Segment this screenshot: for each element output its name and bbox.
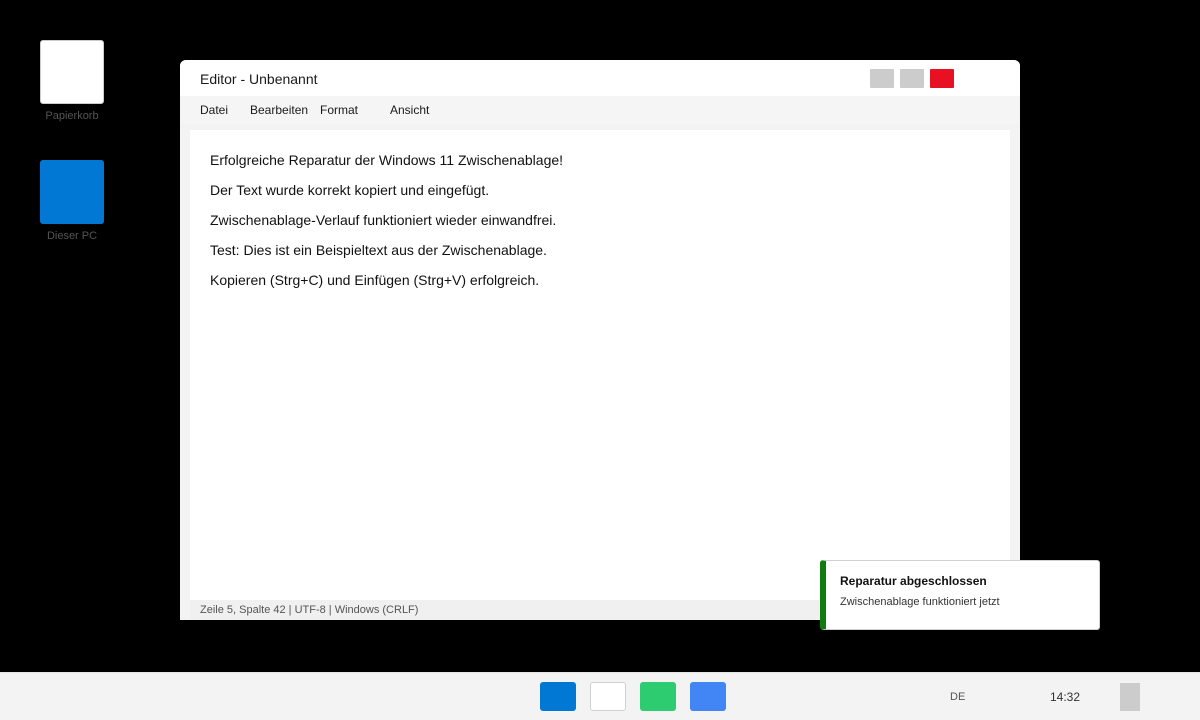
- notification-title: Reparatur abgeschlossen: [840, 574, 987, 588]
- taskbar-app-file-explorer[interactable]: [590, 682, 626, 711]
- taskbar-app-green[interactable]: [640, 682, 676, 711]
- desktop-icon-label: Papierkorb: [45, 110, 99, 122]
- menu-edit[interactable]: Bearbeiten: [250, 103, 308, 117]
- desktop-icon-recycle-bin[interactable]: Papierkorb: [32, 40, 112, 123]
- text-line: Der Text wurde korrekt kopiert und einge…: [210, 182, 490, 198]
- menu-file[interactable]: Datei: [200, 103, 228, 117]
- notification-toast[interactable]: Reparatur abgeschlossen Zwischenablage f…: [820, 560, 1100, 630]
- text-line: Erfolgreiche Reparatur der Windows 11 Zw…: [210, 152, 564, 168]
- title-bar[interactable]: Editor - Unbenannt: [180, 60, 1020, 96]
- text-line: Kopieren (Strg+C) und Einfügen (Strg+V) …: [210, 272, 540, 288]
- window-title: Editor - Unbenannt: [200, 71, 318, 87]
- system-clock[interactable]: 14:32: [1050, 690, 1080, 704]
- start-button[interactable]: [540, 682, 576, 711]
- desktop-icon-label: Dieser PC: [46, 230, 98, 242]
- notification-message: Zwischenablage funktioniert jetzt: [840, 596, 1000, 608]
- desktop-icon-this-pc[interactable]: Dieser PC: [32, 160, 112, 243]
- language-indicator[interactable]: DE: [950, 691, 965, 704]
- status-text: Zeile 5, Spalte 42 | UTF-8 | Windows (CR…: [200, 604, 419, 616]
- maximize-button[interactable]: [900, 69, 924, 88]
- menu-bar: Datei Bearbeiten Format Ansicht: [180, 96, 1020, 124]
- close-button[interactable]: [930, 69, 954, 88]
- text-editor-area[interactable]: Erfolgreiche Reparatur der Windows 11 Zw…: [190, 130, 1010, 600]
- recycle-bin-icon: [40, 40, 104, 104]
- minimize-button[interactable]: [870, 69, 894, 88]
- menu-view[interactable]: Ansicht: [390, 103, 429, 117]
- this-pc-icon: [40, 160, 104, 224]
- editor-window: Editor - Unbenannt Datei Bearbeiten Form…: [180, 60, 1020, 620]
- menu-format[interactable]: Format: [320, 103, 358, 117]
- desktop: Papierkorb Dieser PC Editor - Unbenannt …: [0, 0, 1200, 672]
- taskbar: DE 14:32: [0, 672, 1200, 720]
- show-desktop-button[interactable]: [1120, 683, 1140, 711]
- taskbar-app-browser[interactable]: [690, 682, 726, 711]
- text-line: Zwischenablage-Verlauf funktioniert wied…: [210, 212, 557, 228]
- text-line: Test: Dies ist ein Beispieltext aus der …: [210, 242, 547, 258]
